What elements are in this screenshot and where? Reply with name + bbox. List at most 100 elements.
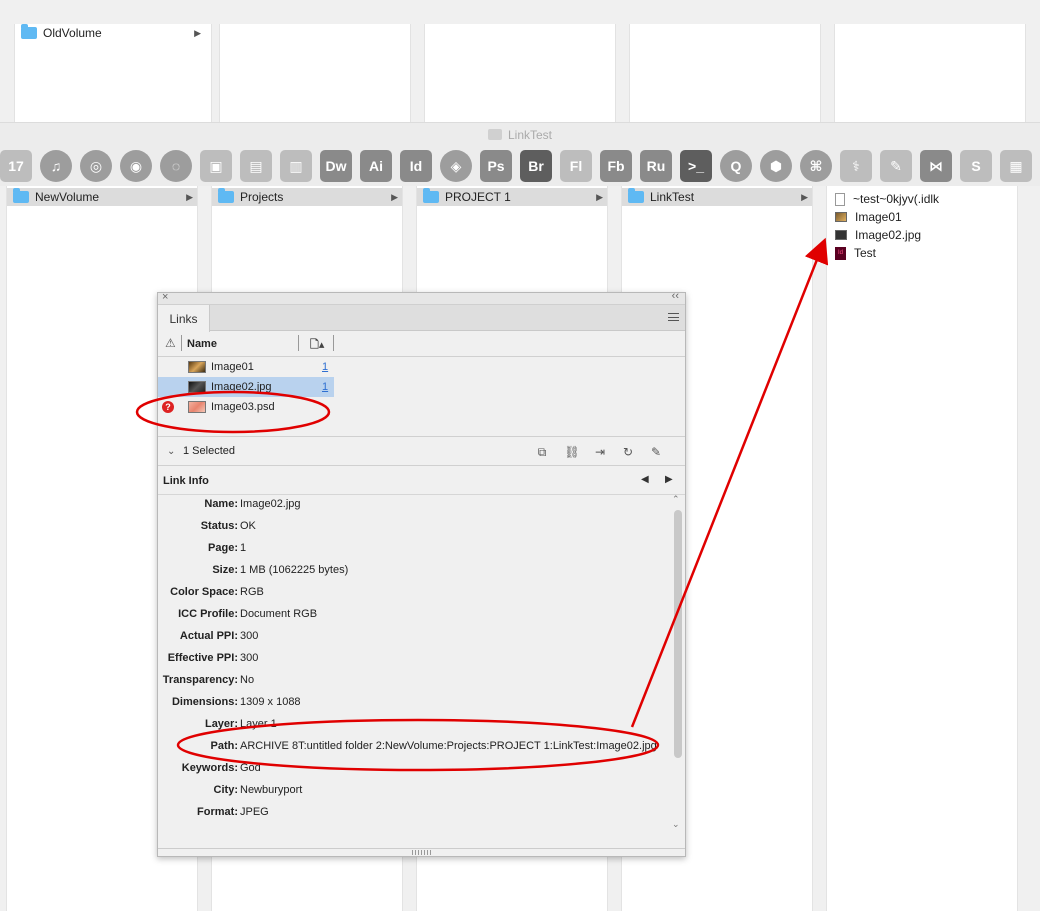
illustrator-icon[interactable]: Ai (360, 150, 392, 182)
link-info-label: Effective PPI: (167, 652, 238, 664)
link-info-title: Link Info (163, 475, 209, 487)
link-info-value: Layer 1 (240, 718, 277, 730)
keyboard-icon[interactable]: ⌘ (800, 150, 832, 182)
link-info-label: Page: (208, 542, 238, 554)
sublime-icon[interactable]: S (960, 150, 992, 182)
finder-column-files[interactable] (826, 186, 1018, 911)
file-row-test[interactable]: Id Test (835, 244, 939, 262)
quicktime-icon[interactable]: Q (720, 150, 752, 182)
link-info-row: Format: JPEG (158, 803, 269, 821)
pdf-icon[interactable]: ▤ (240, 150, 272, 182)
link-page-number[interactable]: 1 (322, 361, 328, 373)
link-info-row: Transparency: No (158, 671, 254, 689)
scanner-icon[interactable]: ▥ (280, 150, 312, 182)
bridge-icon[interactable]: Br (520, 150, 552, 182)
folder-icon (13, 188, 29, 203)
firefox-icon[interactable]: ◉ (120, 150, 152, 182)
warning-column-icon[interactable]: ⚠ (165, 337, 177, 349)
hexagon-app-icon[interactable]: ⬢ (760, 150, 792, 182)
panel-resize-handle[interactable] (158, 848, 685, 856)
link-info-label: Transparency: (162, 674, 238, 686)
previous-link-icon[interactable]: ◀ (641, 474, 649, 485)
safari-icon[interactable]: ◎ (80, 150, 112, 182)
link-name: Image01 (211, 361, 254, 373)
scroll-down-icon[interactable]: ⌄ (672, 819, 680, 830)
toolbar-app-shortcuts: 17 ♫ ◎ ◉ ◌ ▣ ▤ ▥ Dw Ai Id ◈ Ps Br Fl Fb Ru >_ Q ⬢ ⌘ ⚕ ✎ ⋈ S ▦ (0, 146, 1040, 186)
name-column-header[interactable]: Name (187, 338, 217, 350)
link-name: Image02.jpg (211, 381, 272, 393)
scroll-up-icon[interactable]: ⌃ (672, 494, 680, 505)
column-divider[interactable] (333, 335, 334, 351)
scrollbar-thumb[interactable] (674, 510, 682, 758)
document-icon (835, 192, 845, 206)
finder-folder-row-oldvolume[interactable]: OldVolume ▶ (21, 24, 205, 42)
page-column-sort-icon[interactable]: 🗋▴ (310, 336, 324, 355)
link-info-value: No (240, 674, 255, 686)
preview-icon[interactable]: ▣ (200, 150, 232, 182)
link-info-row: Layer: Layer 1 (158, 715, 277, 733)
relink-from-cc-icon[interactable]: ⧉ (534, 445, 550, 459)
link-row-image01[interactable]: Image01 1 (158, 357, 334, 377)
itunes-icon[interactable]: ♫ (40, 150, 72, 182)
disclosure-arrow-icon: ▶ (801, 191, 808, 202)
link-page-number[interactable]: 1 (322, 381, 328, 393)
file-row-idlk[interactable]: ~test~0kjyv(.idlk (835, 190, 939, 208)
finder-column[interactable] (834, 24, 1026, 122)
finder-title-bar: LinkTest (0, 122, 1040, 146)
finder-folder-row-project-1[interactable]: PROJECT 1 ▶ (417, 188, 607, 206)
panel-menu-icon[interactable] (668, 313, 679, 321)
disk-utility-icon[interactable]: ⚕ (840, 150, 872, 182)
missing-link-icon[interactable]: ? (162, 401, 174, 413)
next-link-icon[interactable]: ▶ (665, 474, 673, 485)
finder-column[interactable] (424, 24, 616, 122)
update-link-icon[interactable]: ↻ (620, 445, 636, 459)
relink-icon[interactable]: ⛓ (564, 445, 580, 459)
indesign-icon[interactable]: Id (400, 150, 432, 182)
close-icon[interactable]: × (162, 291, 168, 303)
finder-column[interactable] (629, 24, 821, 122)
link-info-value: ARCHIVE 8T:untitled folder 2:NewVolume:P… (240, 740, 657, 752)
column-divider[interactable] (298, 335, 299, 351)
textedit-icon[interactable]: ✎ (880, 150, 912, 182)
edit-original-icon[interactable]: ✎ (648, 445, 664, 459)
terminal-icon[interactable]: >_ (680, 150, 712, 182)
vscode-icon[interactable]: ⋈ (920, 150, 952, 182)
finder-folder-row-linktest[interactable]: LinkTest ▶ (622, 188, 812, 206)
dreamweaver-icon[interactable]: Dw (320, 150, 352, 182)
link-info-value: RGB (240, 586, 264, 598)
file-row-image02[interactable]: Image02.jpg (835, 226, 939, 244)
links-panel: × ‹‹ Links ⚠ Name 🗋▴ Image01 1 Image02.j… (157, 290, 686, 857)
calculator-icon[interactable]: ▦ (1000, 150, 1032, 182)
finder-folder-row-newvolume[interactable]: NewVolume ▶ (7, 188, 197, 206)
folder-label: OldVolume (43, 26, 102, 40)
chevron-down-icon[interactable]: ⌄ (167, 446, 175, 457)
screenshot-root: OldVolume ▶ LinkTest 17 ♫ ◎ ◉ ◌ ▣ ▤ ▥ Dw Ai Id ◈ Ps B… (0, 0, 1040, 911)
link-row-image03[interactable]: ? Image03.psd (158, 397, 334, 417)
file-list: ~test~0kjyv(.idlk Image01 Image02.jpg Id… (835, 190, 939, 262)
link-info-label: Name: (204, 498, 238, 510)
image-icon (835, 212, 847, 222)
go-to-link-icon[interactable]: ⇥ (592, 445, 608, 459)
link-info-label: City: (213, 784, 238, 796)
info-scrollbar[interactable]: ⌃ ⌄ (672, 494, 682, 830)
column-divider[interactable] (181, 335, 182, 351)
tab-links[interactable]: Links (158, 305, 210, 332)
resize-grip-icon[interactable] (412, 850, 432, 855)
file-name: Test (854, 246, 877, 260)
link-info-label: Status: (200, 520, 238, 532)
collapse-panel-icon[interactable]: ‹‹ (672, 290, 679, 302)
finder-column[interactable]: OldVolume ▶ (14, 24, 212, 122)
panel-title-bar[interactable]: × ‹‹ (158, 290, 685, 305)
photoshop-icon[interactable]: Ps (480, 150, 512, 182)
calendar-icon[interactable]: 17 (0, 150, 32, 182)
link-info-value: Newburyport (240, 784, 303, 796)
finder-folder-row-projects[interactable]: Projects ▶ (212, 188, 402, 206)
flash-icon[interactable]: Fl (560, 150, 592, 182)
finder-column[interactable] (219, 24, 411, 122)
link-row-image02[interactable]: Image02.jpg 1 (158, 377, 334, 397)
premiere-rush-icon[interactable]: Ru (640, 150, 672, 182)
file-row-image01[interactable]: Image01 (835, 208, 939, 226)
acrobat-icon[interactable]: ◈ (440, 150, 472, 182)
flash-builder-icon[interactable]: Fb (600, 150, 632, 182)
chrome-icon[interactable]: ◌ (160, 150, 192, 182)
